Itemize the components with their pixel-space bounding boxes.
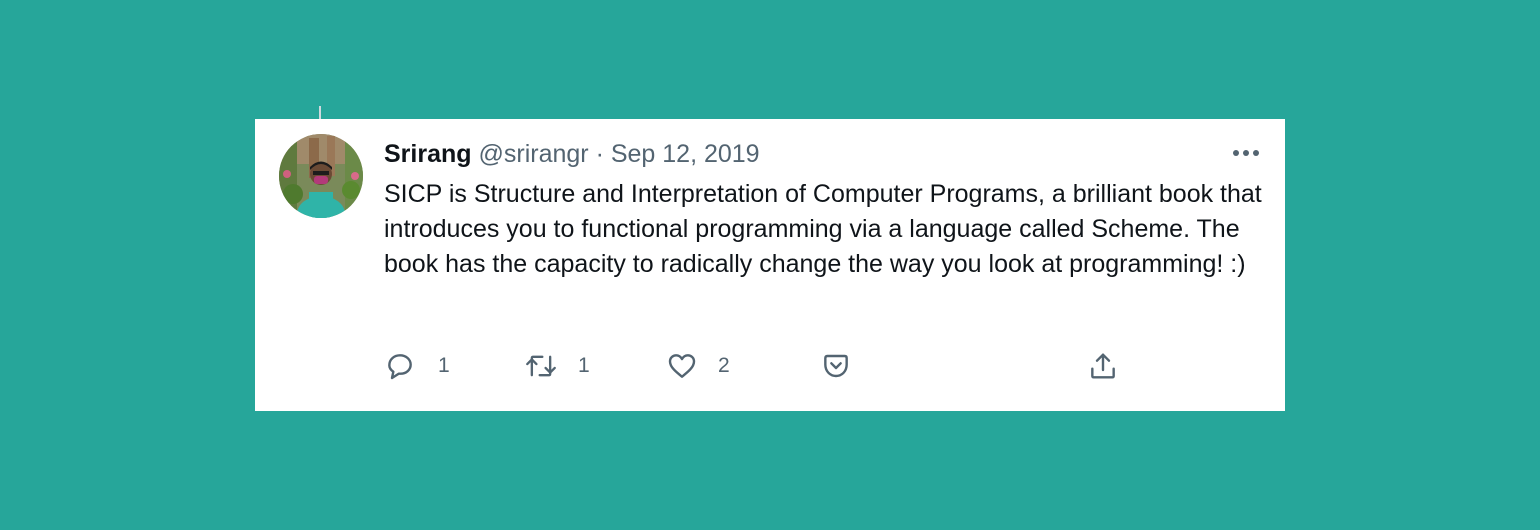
tweet-actions: 1 1 2	[384, 350, 1144, 382]
retweet-icon	[526, 355, 556, 377]
reply-button[interactable]: 1	[384, 350, 450, 382]
avatar[interactable]	[279, 134, 363, 218]
pocket-icon	[824, 354, 848, 378]
more-dots-icon	[1233, 150, 1259, 156]
reply-icon	[388, 354, 412, 380]
like-button[interactable]: 2	[666, 350, 730, 382]
more-button[interactable]	[1229, 140, 1263, 166]
avatar-photo	[279, 134, 363, 218]
retweet-button[interactable]: 1	[524, 350, 590, 382]
retweet-count: 1	[578, 354, 590, 377]
header-separator: ·	[595, 140, 604, 168]
tweet-header: Srirang @srirangr · Sep 12, 2019	[384, 138, 760, 170]
author-name[interactable]: Srirang	[384, 140, 472, 168]
tweet-card[interactable]: Srirang @srirangr · Sep 12, 2019 SICP is…	[255, 119, 1285, 411]
reply-count: 1	[438, 354, 450, 377]
save-to-pocket-button[interactable]	[820, 350, 852, 382]
thread-connector-line	[319, 106, 321, 120]
like-count: 2	[718, 354, 730, 377]
share-icon	[1091, 353, 1115, 379]
heart-icon	[668, 354, 696, 378]
author-handle[interactable]: @srirangr	[478, 140, 588, 168]
share-button[interactable]	[1087, 350, 1119, 382]
tweet-text: SICP is Structure and Interpretation of …	[384, 180, 1262, 278]
tweet-date[interactable]: Sep 12, 2019	[611, 140, 760, 168]
